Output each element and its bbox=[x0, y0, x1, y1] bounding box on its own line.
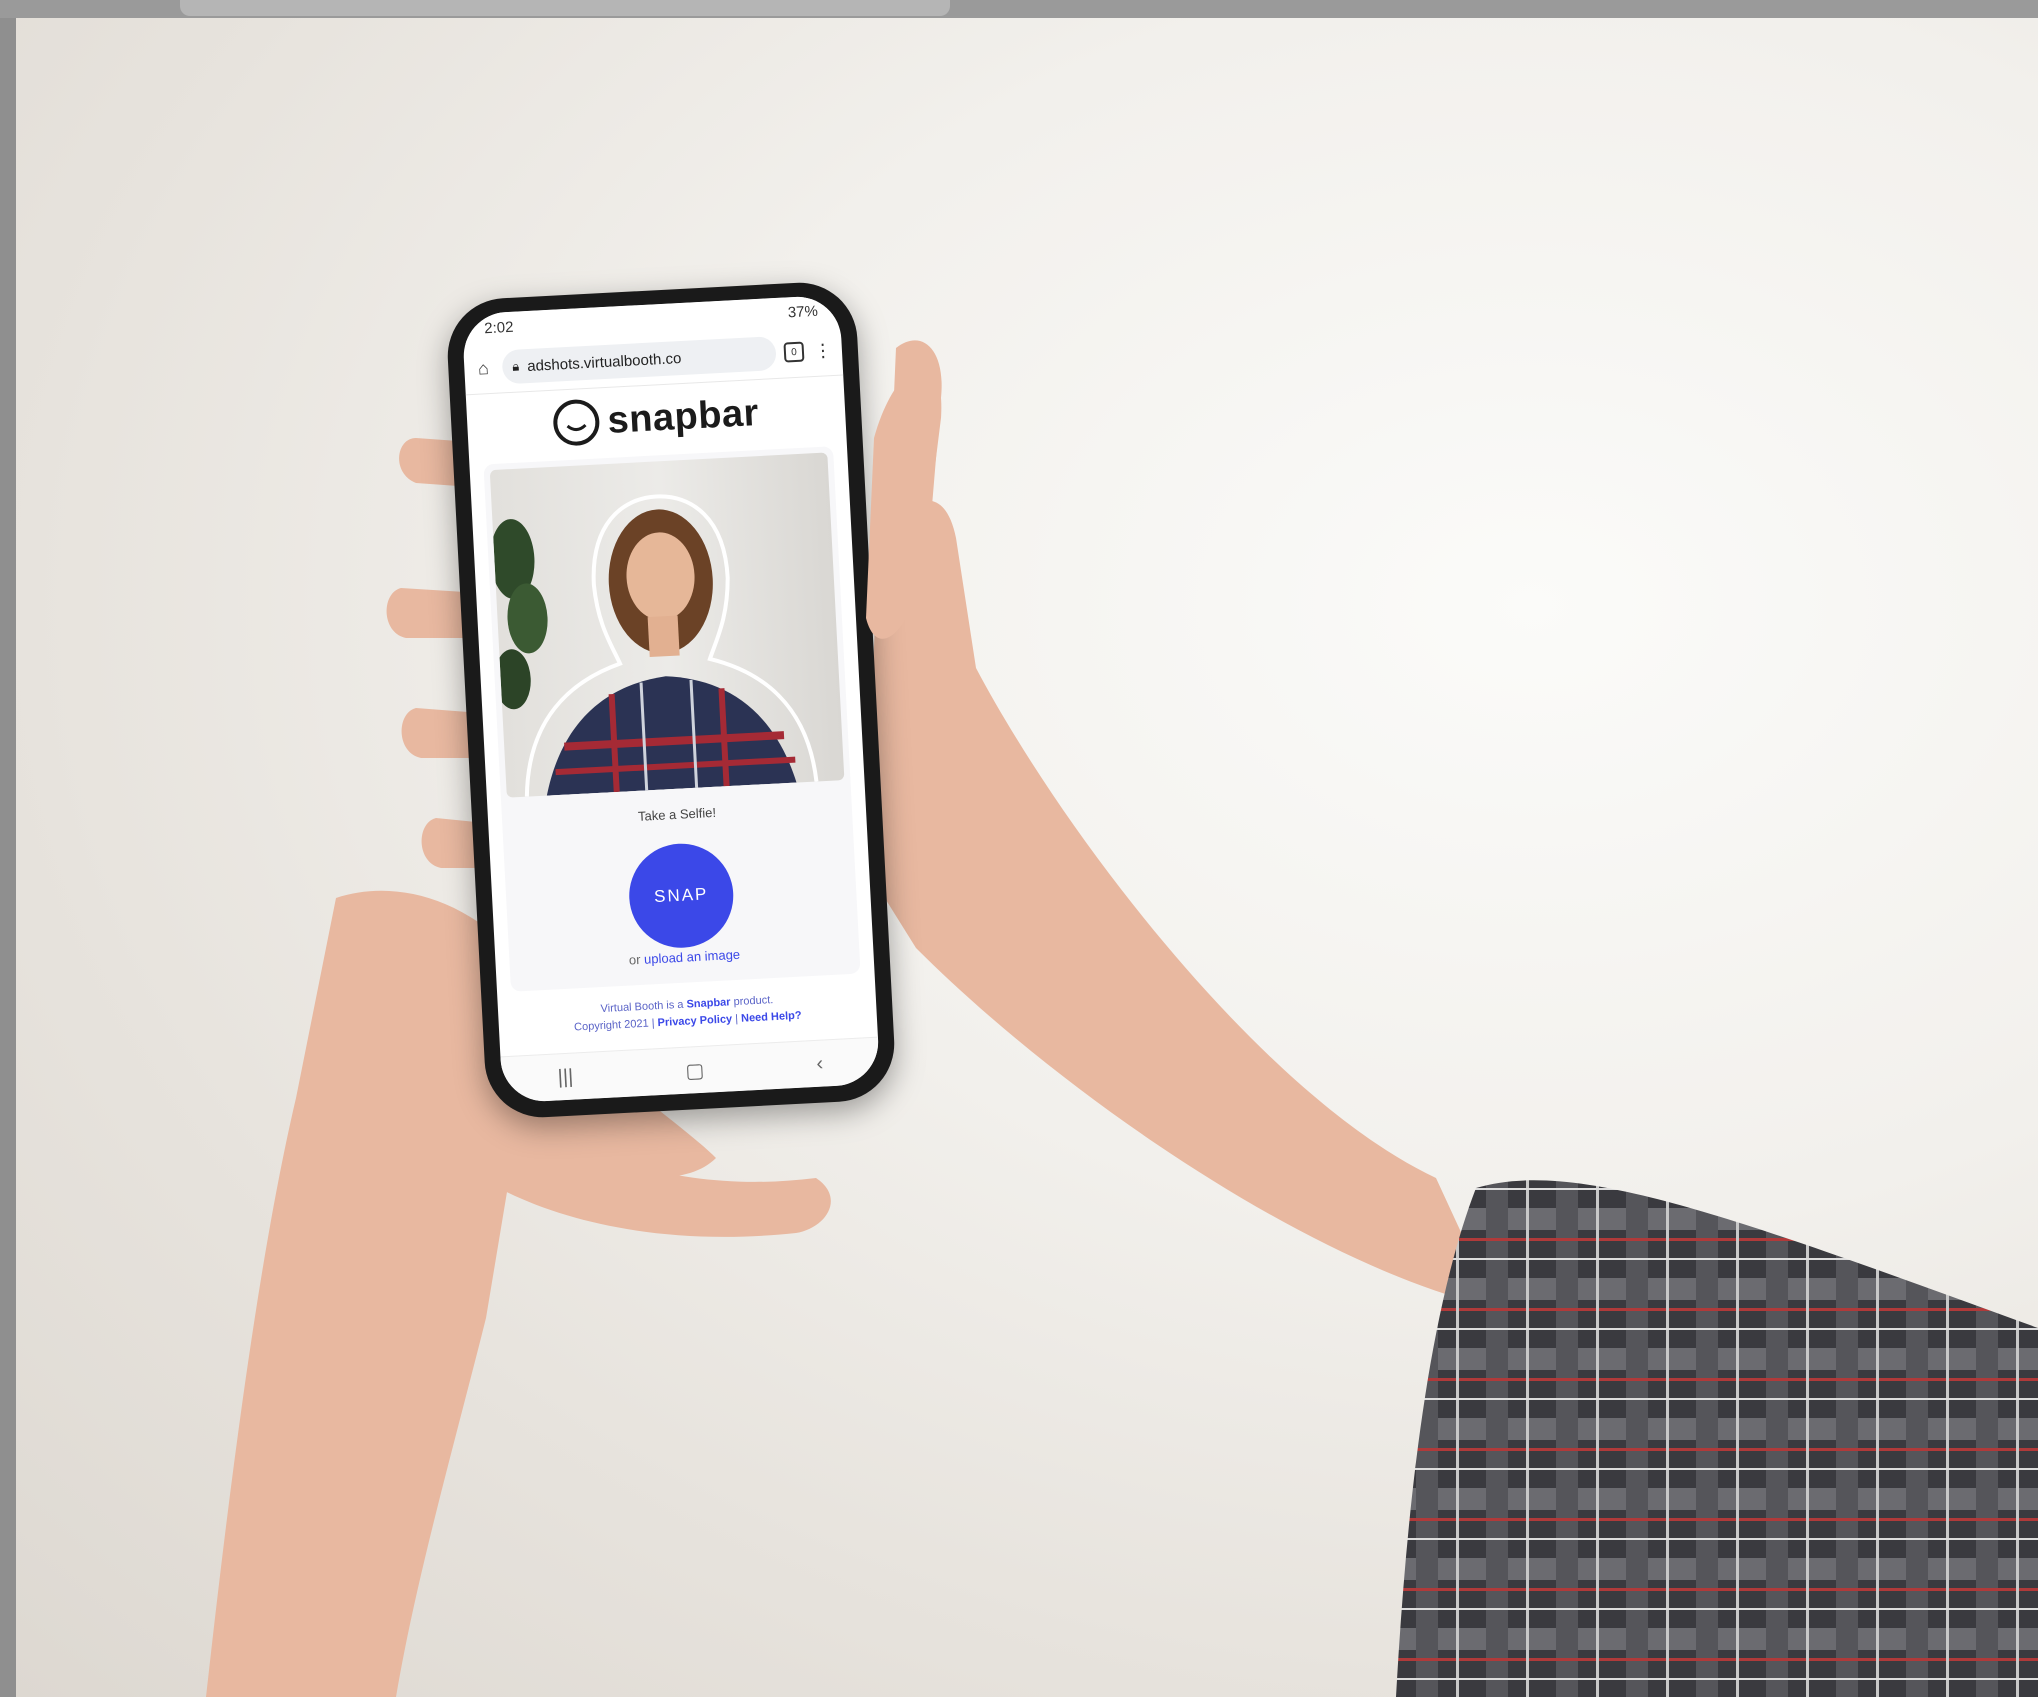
status-time: 2:02 bbox=[483, 318, 514, 337]
camera-preview-image bbox=[490, 494, 819, 797]
lock-icon: 🔒︎ bbox=[511, 358, 520, 374]
phone-screen: 2:02 37% ⌂ 🔒︎ adshots.virtualbooth.co 0 … bbox=[461, 294, 881, 1104]
android-nav-bar: ||| ▢ ‹ bbox=[500, 1036, 881, 1104]
need-help-link[interactable]: Need Help? bbox=[741, 1010, 802, 1025]
url-text: adshots.virtualbooth.co bbox=[526, 349, 682, 375]
camera-preview bbox=[489, 452, 845, 798]
tabs-icon[interactable]: 0 bbox=[783, 341, 805, 363]
upload-prefix: or bbox=[628, 951, 641, 968]
brand-name: snapbar bbox=[606, 391, 760, 442]
footer-separator: | bbox=[734, 1012, 739, 1026]
phone-device: 2:02 37% ⌂ 🔒︎ adshots.virtualbooth.co 0 … bbox=[444, 279, 898, 1121]
selfie-prompt: Take a Selfie! bbox=[637, 804, 717, 824]
page-footer: Virtual Booth is a Snapbar product. Copy… bbox=[498, 987, 877, 1041]
home-nav-icon[interactable]: ▢ bbox=[685, 1057, 705, 1083]
window-tab-strip bbox=[180, 0, 950, 16]
home-icon[interactable]: ⌂ bbox=[472, 357, 495, 380]
address-bar[interactable]: 🔒︎ adshots.virtualbooth.co bbox=[501, 336, 777, 385]
photo-frame: 2:02 37% ⌂ 🔒︎ adshots.virtualbooth.co 0 … bbox=[16, 18, 2038, 1697]
footer-brand-link[interactable]: Snapbar bbox=[686, 996, 731, 1010]
privacy-policy-link[interactable]: Privacy Policy bbox=[657, 1013, 732, 1029]
tabs-count: 0 bbox=[790, 346, 798, 358]
status-battery: 37% bbox=[787, 302, 819, 321]
right-arm bbox=[206, 340, 2038, 1697]
footer-prefix: Virtual Booth is a bbox=[600, 998, 684, 1016]
snapbar-logo-icon bbox=[552, 398, 601, 447]
capture-card: Take a Selfie! SNAP or upload an image bbox=[483, 446, 861, 992]
footer-copyright: Copyright 2021 | bbox=[573, 1017, 655, 1034]
footer-suffix: product. bbox=[733, 994, 774, 1009]
recent-apps-icon[interactable]: ||| bbox=[557, 1065, 574, 1089]
upload-image-link[interactable]: upload an image bbox=[644, 947, 741, 967]
more-icon[interactable]: ⋮ bbox=[811, 339, 834, 362]
back-icon[interactable]: ‹ bbox=[816, 1052, 824, 1075]
snap-button[interactable]: SNAP bbox=[626, 841, 736, 951]
